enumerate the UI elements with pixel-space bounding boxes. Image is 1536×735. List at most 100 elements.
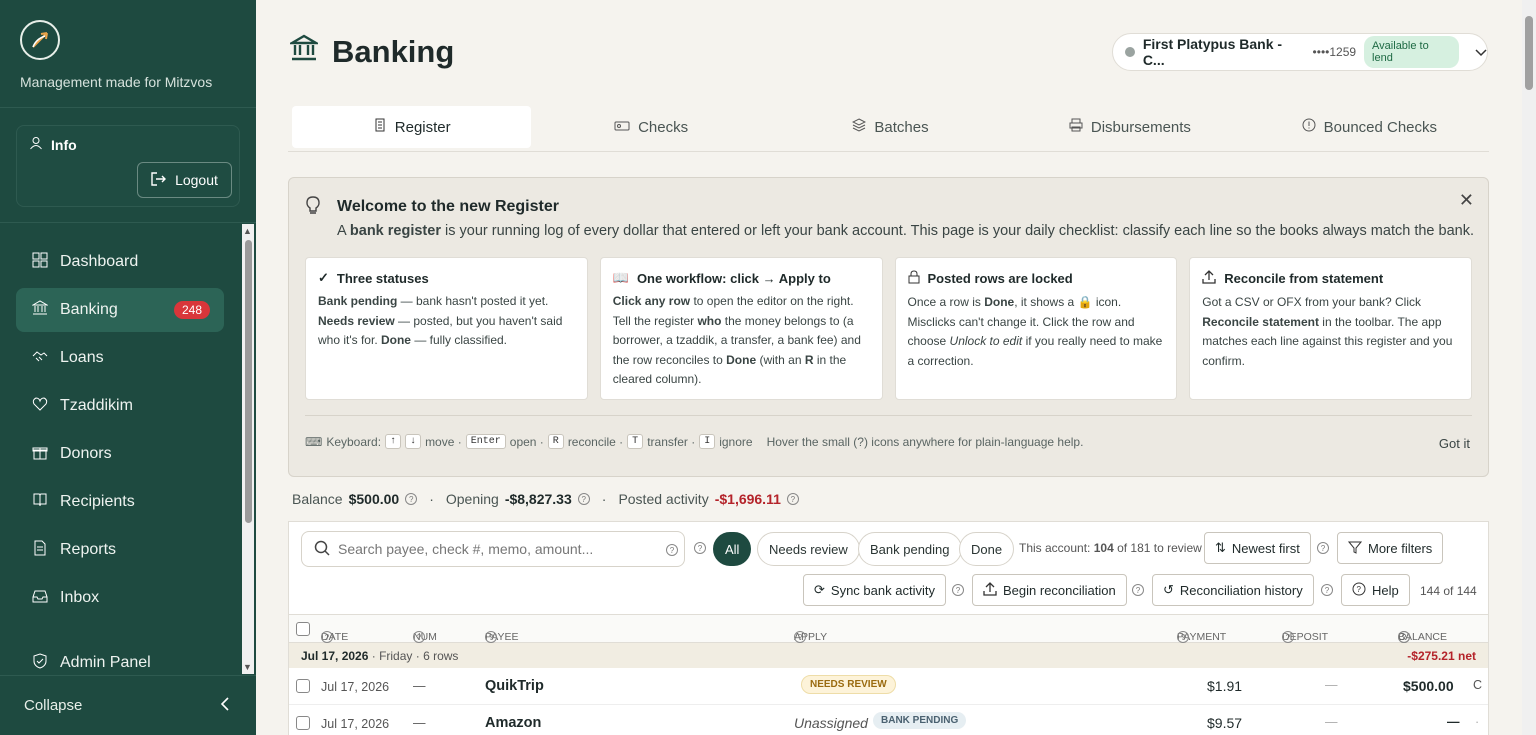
inbox-icon [32, 588, 48, 609]
help-icon[interactable]: ? [794, 631, 806, 643]
tab-label: Register [394, 118, 451, 136]
history-icon: ↺ [1163, 582, 1174, 597]
help-icon[interactable]: ? [1398, 631, 1410, 643]
lightbulb-icon [305, 196, 321, 221]
sidebar-item-inbox[interactable]: Inbox [16, 576, 224, 620]
row-balance: $500.00 [1403, 678, 1454, 694]
close-icon[interactable]: ✕ [1459, 190, 1474, 211]
user-box: Info Logout [16, 125, 240, 207]
help-icon[interactable]: ? [1282, 631, 1294, 643]
opening-label: Opening [445, 491, 499, 507]
filter-all[interactable]: All [713, 532, 752, 566]
collapse-label: Collapse [24, 697, 83, 714]
help-icon[interactable]: ? [666, 544, 678, 556]
tab-bounced-checks[interactable]: Bounced Checks [1250, 106, 1489, 148]
page-title: Banking [287, 34, 454, 70]
account-selector[interactable]: First Platypus Bank - C... ••••1259 Avai… [1112, 33, 1488, 71]
sort-icon: ⇅ [1215, 540, 1226, 555]
help-icon[interactable]: ? [952, 584, 964, 596]
tab-checks[interactable]: Checks [531, 106, 770, 148]
sidebar-item-banking[interactable]: Banking 248 [16, 288, 224, 332]
filter-needs-review[interactable]: Needs review [757, 532, 860, 566]
key-i: I [699, 434, 716, 449]
tab-label: Batches [874, 118, 929, 136]
select-all-checkbox[interactable] [296, 622, 310, 636]
book-icon [32, 492, 48, 513]
sidebar-item-admin-panel[interactable]: Admin Panel [16, 641, 224, 674]
help-icon[interactable]: ? [1317, 542, 1329, 554]
page-count: 144 of 144 [1420, 584, 1477, 598]
count-badge: 248 [173, 301, 210, 319]
row-balance: — [1447, 715, 1460, 729]
row-checkbox[interactable] [296, 679, 310, 693]
handshake-icon [32, 348, 48, 369]
check-card-icon [614, 119, 630, 136]
sidebar-item-tzaddikim[interactable]: Tzaddikim [16, 384, 224, 428]
search-input[interactable]: Search payee, check #, memo, amount... ? [301, 531, 685, 567]
welcome-title: Welcome to the new Register [337, 198, 559, 215]
help-icon[interactable]: ? [321, 631, 333, 643]
card-title: One workflow: click → Apply to [636, 270, 831, 286]
gift-icon [32, 444, 48, 465]
help-icon[interactable]: ? [694, 542, 706, 554]
divider [305, 415, 1472, 416]
key-down: ↓ [405, 434, 422, 449]
tab-label: Bounced Checks [1323, 118, 1438, 136]
tab-disbursements[interactable]: Disbursements [1010, 106, 1249, 148]
scroll-up-icon[interactable]: ▲ [243, 226, 252, 236]
scroll-down-icon[interactable]: ▼ [243, 662, 252, 672]
sidebar-item-label: Dashboard [60, 253, 139, 270]
filter-done[interactable]: Done [959, 532, 1015, 566]
help-icon[interactable]: ? [1177, 631, 1189, 643]
help-icon[interactable]: ? [485, 631, 497, 643]
logout-button[interactable]: Logout [137, 162, 232, 198]
table-row[interactable]: Jul 17, 2026 — QuikTrip NEEDS REVIEW $1.… [289, 668, 1488, 705]
row-payment: $9.57 [1207, 715, 1243, 731]
table-row[interactable]: Jul 17, 2026 — Amazon Unassigned BANK PE… [289, 705, 1488, 735]
reconciliation-history-button[interactable]: ↺ Reconciliation history [1152, 574, 1314, 606]
sidebar-item-recipients[interactable]: Recipients [16, 480, 224, 524]
help-icon[interactable]: ? [413, 631, 425, 643]
help-icon[interactable]: ? [1321, 584, 1333, 596]
row-payee: QuikTrip [485, 678, 544, 694]
help-icon[interactable]: ? [577, 493, 590, 505]
user-info[interactable]: Info [29, 136, 77, 153]
table-header: DATE? NUM? PAYEE? APPLY TO? PAYMENT? DEP… [289, 614, 1488, 655]
page-scroll-thumb[interactable] [1525, 16, 1533, 90]
row-checkbox[interactable] [296, 716, 310, 730]
sort-button[interactable]: ⇅ Newest first [1204, 532, 1311, 564]
sidebar-item-label: Banking [60, 301, 118, 318]
help-icon[interactable]: ? [1132, 584, 1144, 596]
sidebar-item-reports[interactable]: Reports [16, 528, 224, 572]
collapse-button[interactable]: Collapse [0, 675, 256, 735]
sidebar-scroll-thumb[interactable] [245, 240, 252, 523]
search-placeholder: Search payee, check #, memo, amount... [338, 541, 594, 557]
tab-register[interactable]: Register [292, 106, 532, 148]
help-icon[interactable]: ? [786, 493, 799, 505]
sidebar-item-loans[interactable]: Loans [16, 336, 224, 380]
help-button[interactable]: ? Help [1341, 574, 1410, 606]
row-cleared: C [1473, 678, 1483, 692]
filter-bank-pending[interactable]: Bank pending [858, 532, 962, 566]
sidebar-item-dashboard[interactable]: Dashboard [16, 240, 224, 284]
row-payee: Amazon [485, 715, 542, 731]
help-icon[interactable]: ? [405, 493, 418, 505]
filter-icon [1347, 540, 1363, 557]
sync-bank-button[interactable]: ⟳ Sync bank activity [803, 574, 946, 606]
chevron-left-icon [220, 696, 230, 715]
hover-hint: Hover the small (?) icons anywhere for p… [766, 434, 1084, 449]
begin-reconciliation-button[interactable]: Begin reconciliation [972, 574, 1127, 606]
upload-icon [983, 581, 997, 599]
row-payment: $1.91 [1207, 678, 1243, 694]
logo-icon[interactable] [20, 20, 60, 60]
got-it-button[interactable]: Got it [1439, 436, 1470, 451]
more-filters-button[interactable]: More filters [1337, 532, 1444, 564]
tab-batches[interactable]: Batches [771, 106, 1010, 148]
search-icon [314, 540, 330, 559]
sidebar-item-donors[interactable]: Donors [16, 432, 224, 476]
user-icon [29, 136, 43, 153]
page-scrollbar[interactable] [1522, 0, 1536, 735]
status-badge: Available to lend [1364, 36, 1460, 68]
card-title: Posted rows are locked [927, 271, 1073, 286]
check-icon: ✓ [318, 270, 329, 285]
